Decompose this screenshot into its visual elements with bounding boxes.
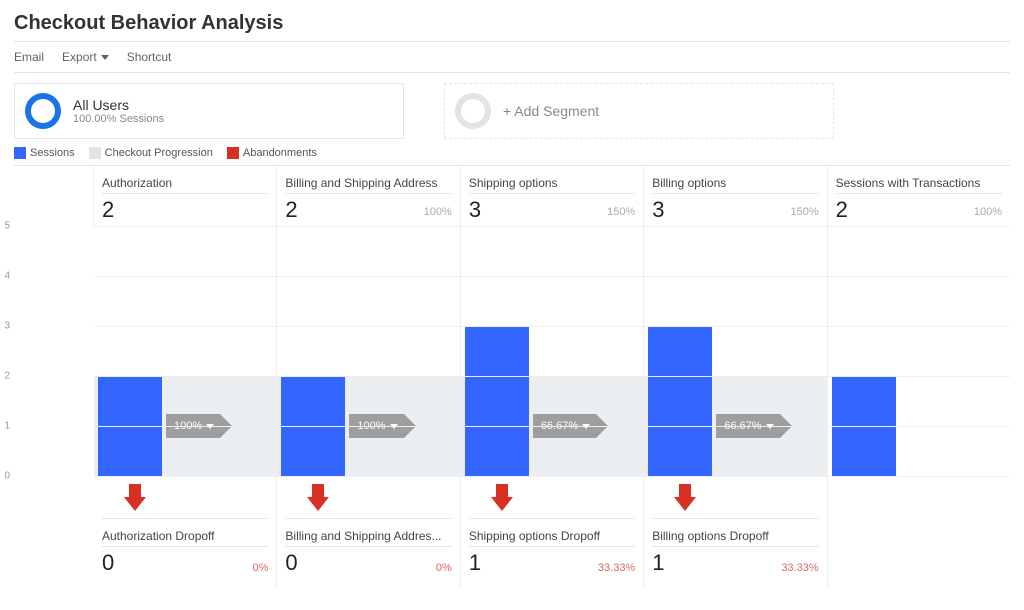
shortcut-button[interactable]: Shortcut	[127, 50, 172, 64]
axis-tick: 0	[4, 471, 10, 482]
step-label: Billing and Shipping Address	[285, 176, 451, 190]
funnel-step-bar-cell: 66.67%	[461, 226, 644, 476]
sessions-bar[interactable]	[648, 326, 712, 476]
funnel-step-header[interactable]: Authorization 2	[94, 166, 277, 226]
page-title: Checkout Behavior Analysis	[14, 12, 1010, 35]
funnel-step-dropoff: Shipping options Dropoff133.33%	[461, 476, 644, 588]
email-button[interactable]: Email	[14, 50, 44, 64]
axis-tick: 1	[4, 421, 10, 432]
funnel-step-header[interactable]: Sessions with Transactions2100%	[828, 166, 1010, 226]
step-label: Authorization	[102, 176, 268, 190]
dropoff-percent: 0%	[253, 562, 269, 574]
funnel-chart: Authorization 2 Billing and Shipping Addre…	[14, 165, 1010, 588]
funnel-step-header[interactable]: Shipping options3150%	[461, 166, 644, 226]
axis-tick: 2	[4, 371, 10, 382]
dropoff-label: Shipping options Dropoff	[469, 529, 635, 543]
chart-legend: Sessions Checkout Progression Abandonmen…	[14, 147, 1010, 159]
funnel-step-dropoff: Billing options Dropoff133.33%	[644, 476, 827, 588]
step-percent: 100%	[974, 206, 1002, 218]
dropoff-percent: 33.33%	[781, 562, 818, 574]
dropoff-arrow-icon	[307, 484, 329, 512]
toolbar: Email Export Shortcut	[14, 41, 1010, 73]
segment-circle-icon	[25, 93, 61, 129]
dropoff-percent: 0%	[436, 562, 452, 574]
step-percent: 150%	[790, 206, 818, 218]
funnel-step-dropoff: Authorization Dropoff 00%	[94, 476, 277, 588]
segment-subtitle: 100.00% Sessions	[73, 113, 164, 125]
legend-sessions: Sessions	[14, 147, 75, 159]
funnel-step-bar-cell	[828, 226, 1010, 476]
gridline	[94, 326, 1010, 327]
axis-tick: 5	[4, 221, 10, 232]
step-label: Shipping options	[469, 176, 635, 190]
dropoff-percent: 33.33%	[598, 562, 635, 574]
legend-progression: Checkout Progression	[89, 147, 213, 159]
step-percent: 150%	[607, 206, 635, 218]
funnel-step-dropoff	[828, 476, 1010, 588]
gridline	[94, 476, 1010, 477]
gridline	[94, 276, 1010, 277]
funnel-step-bar-cell: 100%	[94, 226, 277, 476]
gridline	[94, 376, 1010, 377]
funnel-step-bar-cell: 100%	[277, 226, 460, 476]
gridline	[94, 426, 1010, 427]
dropoff-value: 0	[102, 550, 268, 576]
export-label: Export	[62, 50, 97, 64]
add-segment-button[interactable]: + Add Segment	[444, 83, 834, 139]
segment-circle-icon	[455, 93, 491, 129]
dropoff-label: Billing options Dropoff	[652, 529, 818, 543]
step-label: Sessions with Transactions	[836, 176, 1002, 190]
sessions-bar[interactable]	[465, 326, 529, 476]
export-button[interactable]: Export	[62, 50, 109, 64]
legend-abandonments: Abandonments	[227, 147, 317, 159]
dropoff-arrow-icon	[124, 484, 146, 512]
funnel-step-dropoff: Billing and Shipping Addres... 00%	[277, 476, 460, 588]
funnel-step-header[interactable]: Billing and Shipping Address2100%	[277, 166, 460, 226]
segments-row: All Users 100.00% Sessions + Add Segment	[14, 83, 1010, 139]
add-segment-label: + Add Segment	[503, 103, 599, 119]
gridline	[94, 226, 1010, 227]
chevron-down-icon	[101, 55, 109, 60]
axis-tick: 4	[4, 271, 10, 282]
dropoff-value: 0	[285, 550, 451, 576]
step-percent: 100%	[424, 206, 452, 218]
dropoff-arrow-icon	[674, 484, 696, 512]
dropoff-arrow-icon	[491, 484, 513, 512]
segment-title: All Users	[73, 97, 164, 113]
dropoff-label: Billing and Shipping Addres...	[285, 529, 451, 543]
step-value: 2	[102, 197, 268, 223]
segment-all-users[interactable]: All Users 100.00% Sessions	[14, 83, 404, 139]
step-label: Billing options	[652, 176, 818, 190]
funnel-step-header[interactable]: Billing options3150%	[644, 166, 827, 226]
dropoff-label: Authorization Dropoff	[102, 529, 268, 543]
axis-tick: 3	[4, 321, 10, 332]
funnel-step-bar-cell: 66.67%	[644, 226, 827, 476]
